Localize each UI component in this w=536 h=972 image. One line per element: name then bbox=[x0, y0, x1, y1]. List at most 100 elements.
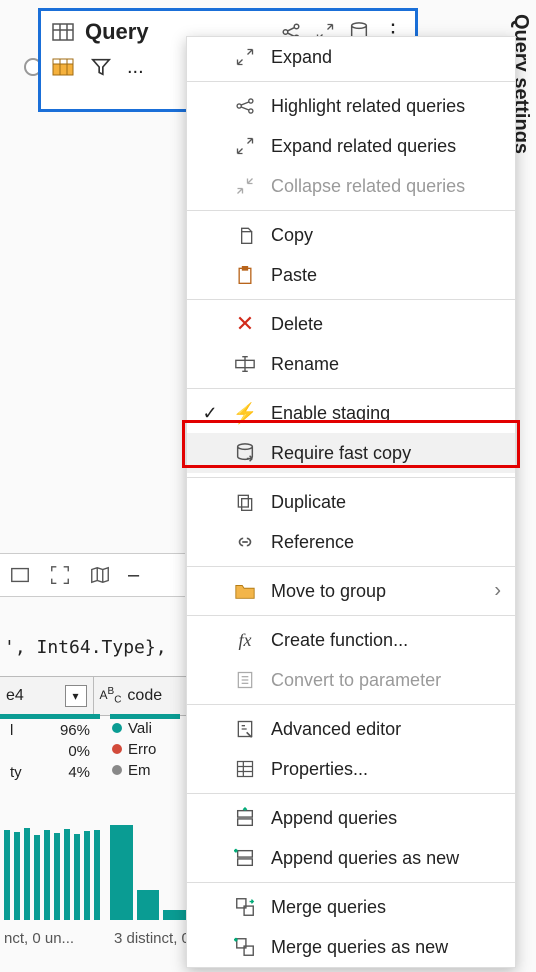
quality-bar-2 bbox=[110, 714, 180, 719]
stat-value: 96% bbox=[60, 722, 90, 739]
duplicate-icon bbox=[233, 490, 257, 514]
menu-label: Reference bbox=[271, 532, 354, 553]
formula-bar[interactable]: ', Int64.Type}, bbox=[0, 635, 186, 660]
map-icon[interactable] bbox=[88, 563, 112, 587]
menu-append-queries-new[interactable]: Append queries as new bbox=[187, 838, 515, 878]
table-icon bbox=[51, 20, 75, 44]
valid-dot-icon bbox=[112, 723, 122, 733]
col-label: code bbox=[127, 687, 162, 705]
menu-collapse-related: Collapse related queries bbox=[187, 166, 515, 206]
empty-dot-icon bbox=[112, 765, 122, 775]
col-label: e4 bbox=[6, 687, 24, 705]
merge-icon bbox=[233, 895, 257, 919]
menu-label: Collapse related queries bbox=[271, 176, 465, 197]
graph-icon bbox=[233, 94, 257, 118]
stat-label: Vali bbox=[128, 720, 152, 737]
stat-label: ty bbox=[10, 764, 22, 781]
check-icon: ✓ bbox=[201, 403, 219, 424]
fx-icon: fx bbox=[233, 628, 257, 652]
copy-icon bbox=[233, 223, 257, 247]
menu-label: Properties... bbox=[271, 759, 368, 780]
table-solid-icon[interactable] bbox=[51, 55, 75, 79]
menu-rename[interactable]: Rename bbox=[187, 344, 515, 384]
menu-label: Convert to parameter bbox=[271, 670, 441, 691]
toolbar-dash: – bbox=[128, 564, 139, 587]
menu-expand-related[interactable]: Expand related queries bbox=[187, 126, 515, 166]
menu-label: Duplicate bbox=[271, 492, 346, 513]
menu-append-queries[interactable]: Append queries bbox=[187, 798, 515, 838]
menu-label: Merge queries as new bbox=[271, 937, 448, 958]
menu-label: Highlight related queries bbox=[271, 96, 465, 117]
properties-icon bbox=[233, 757, 257, 781]
menu-label: Paste bbox=[271, 265, 317, 286]
stat-label: l bbox=[10, 722, 13, 739]
distribution-chart-1 bbox=[4, 820, 100, 920]
delete-icon: ✕ bbox=[233, 312, 257, 336]
menu-require-fast-copy[interactable]: Require fast copy bbox=[187, 433, 515, 473]
menu-merge-queries[interactable]: Merge queries bbox=[187, 887, 515, 927]
menu-duplicate[interactable]: Duplicate bbox=[187, 482, 515, 522]
distinct-label-1: nct, 0 un... bbox=[0, 930, 100, 947]
menu-expand[interactable]: Expand bbox=[187, 37, 515, 77]
error-dot-icon bbox=[112, 744, 122, 754]
db-arrow-icon bbox=[233, 441, 257, 465]
paste-icon bbox=[233, 263, 257, 287]
menu-label: Expand bbox=[271, 47, 332, 68]
menu-label: Advanced editor bbox=[271, 719, 401, 740]
submenu-chevron-icon: › bbox=[494, 580, 501, 603]
distribution-chart-2 bbox=[110, 820, 186, 920]
menu-move-to-group[interactable]: Move to group › bbox=[187, 571, 515, 611]
menu-label: Rename bbox=[271, 354, 339, 375]
menu-highlight-related[interactable]: Highlight related queries bbox=[187, 86, 515, 126]
collapse-icon bbox=[233, 174, 257, 198]
merge-new-icon bbox=[233, 935, 257, 959]
column-stats-left: l 96% 0% ty 4% bbox=[0, 720, 100, 783]
menu-reference[interactable]: Reference bbox=[187, 522, 515, 562]
parameter-icon bbox=[233, 668, 257, 692]
stat-value: 0% bbox=[68, 743, 90, 760]
stat-value: 4% bbox=[68, 764, 90, 781]
menu-label: Merge queries bbox=[271, 897, 386, 918]
append-icon bbox=[233, 806, 257, 830]
menu-enable-staging[interactable]: ✓ ⚡ Enable staging bbox=[187, 393, 515, 433]
stat-label: Erro bbox=[128, 741, 156, 758]
menu-label: Copy bbox=[271, 225, 313, 246]
menu-convert-parameter: Convert to parameter bbox=[187, 660, 515, 700]
expand-icon bbox=[233, 45, 257, 69]
rename-icon bbox=[233, 352, 257, 376]
filter-icon[interactable] bbox=[89, 55, 113, 79]
menu-label: Create function... bbox=[271, 630, 408, 651]
fullscreen-icon[interactable] bbox=[48, 563, 72, 587]
editor-icon bbox=[233, 717, 257, 741]
ellipsis-label[interactable]: ... bbox=[127, 56, 144, 79]
menu-create-function[interactable]: fx Create function... bbox=[187, 620, 515, 660]
context-menu: Expand Highlight related queries Expand … bbox=[186, 36, 516, 968]
column-dropdown-icon[interactable]: ▾ bbox=[65, 685, 87, 707]
view-mode-icon[interactable] bbox=[8, 563, 32, 587]
lightning-icon: ⚡ bbox=[233, 401, 257, 425]
column-stats-right: Vali Erro Em bbox=[112, 720, 156, 779]
folder-icon bbox=[233, 579, 257, 603]
quality-bar-1 bbox=[0, 714, 100, 719]
menu-copy[interactable]: Copy bbox=[187, 215, 515, 255]
menu-properties[interactable]: Properties... bbox=[187, 749, 515, 789]
stat-label: Em bbox=[128, 762, 151, 779]
menu-advanced-editor[interactable]: Advanced editor bbox=[187, 709, 515, 749]
type-icon: ABC bbox=[100, 686, 122, 705]
menu-paste[interactable]: Paste bbox=[187, 255, 515, 295]
link-icon bbox=[233, 530, 257, 554]
column-header-2[interactable]: ABC code bbox=[94, 677, 187, 715]
append-new-icon bbox=[233, 846, 257, 870]
menu-merge-queries-new[interactable]: Merge queries as new bbox=[187, 927, 515, 967]
expand-out-icon bbox=[233, 134, 257, 158]
menu-label: Enable staging bbox=[271, 403, 390, 424]
menu-label: Delete bbox=[271, 314, 323, 335]
column-header-1[interactable]: e4 ▾ bbox=[0, 677, 94, 715]
menu-delete[interactable]: ✕ Delete bbox=[187, 304, 515, 344]
query-title: Query bbox=[85, 19, 149, 45]
menu-label: Append queries bbox=[271, 808, 397, 829]
column-headers: e4 ▾ ABC code bbox=[0, 676, 186, 716]
menu-label: Move to group bbox=[271, 581, 386, 602]
menu-label: Append queries as new bbox=[271, 848, 459, 869]
menu-label: Expand related queries bbox=[271, 136, 456, 157]
